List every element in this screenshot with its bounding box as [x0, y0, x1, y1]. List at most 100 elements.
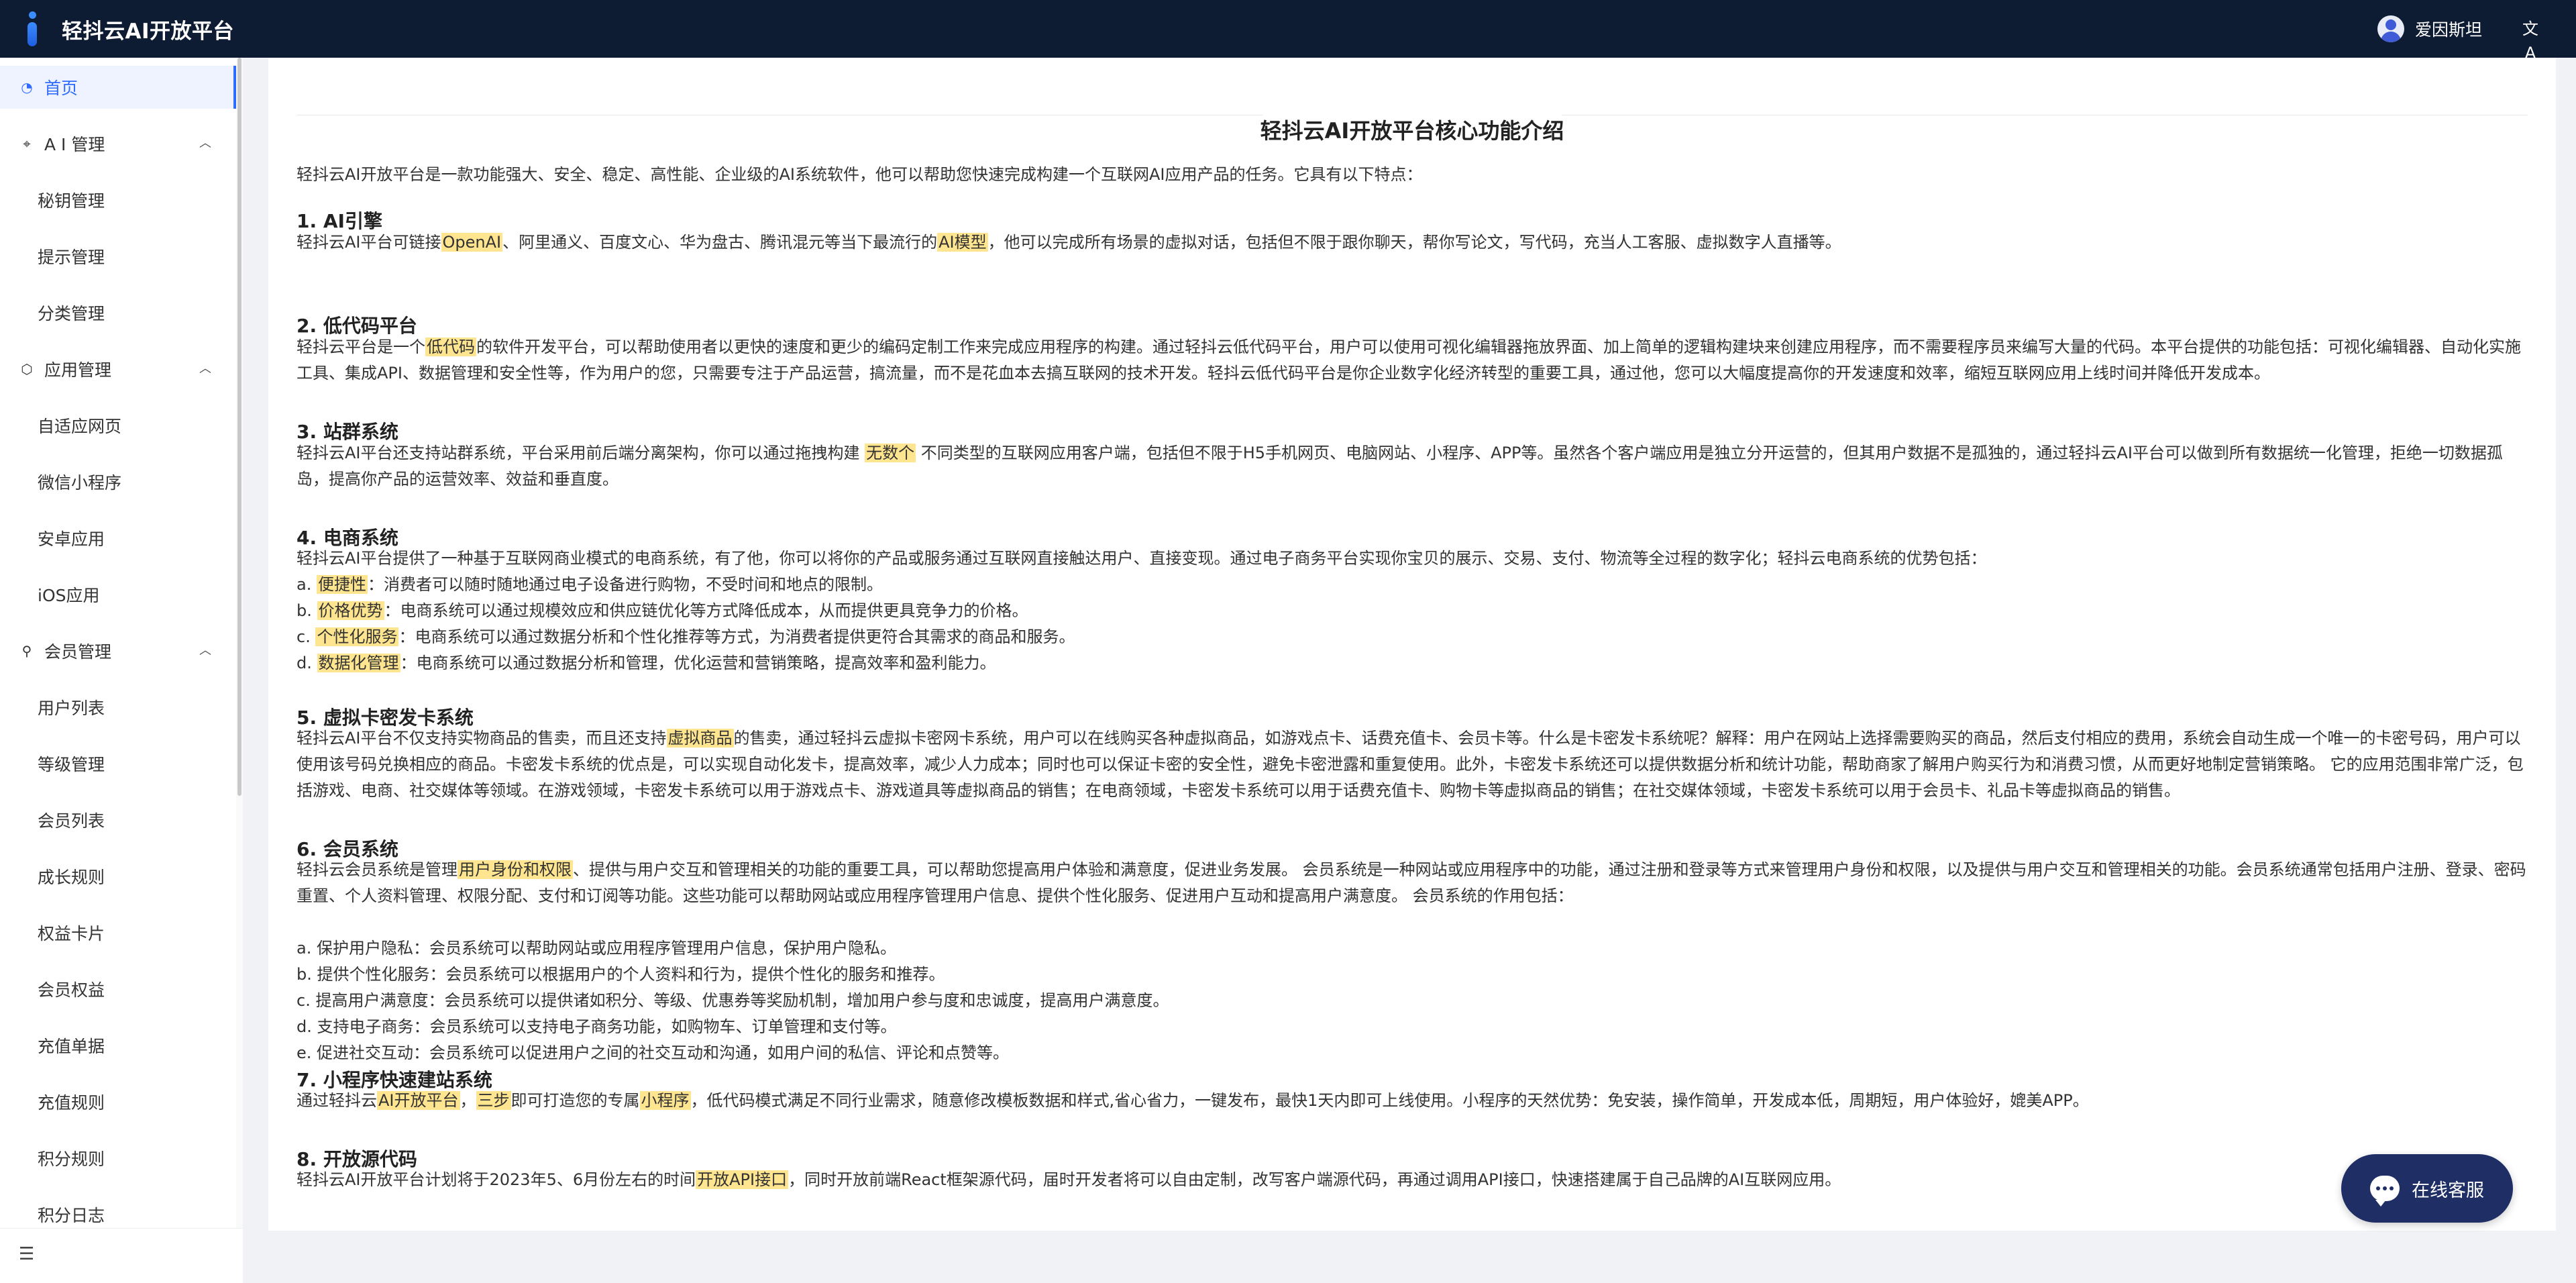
text-segment: 的软件开发平台，可以帮助使用者以更快的速度和更少的编码定制工作来完成应用程序的构… — [297, 338, 2521, 382]
text-segment: 轻抖云AI平台不仅支持实物商品的售卖，而且还支持 — [297, 729, 667, 748]
sidebar-item-2-8[interactable]: 积分规则 — [0, 1137, 236, 1180]
sidebar-group-2[interactable]: ⚲ 会员管理 ︿ — [0, 629, 236, 672]
sidebar-item-label: iOS应用 — [38, 586, 100, 605]
text-segment: ，同时开放前端React框架源代码，届时开发者将可以自由定制，改写客户端源代码，… — [788, 1170, 1841, 1189]
section-paragraph: d. 支持电子商务：会员系统可以支持电子商务功能，如购物车、订单管理和支付等。 — [297, 1014, 2528, 1040]
text-segment: 轻抖云AI平台可链接 — [297, 233, 441, 252]
highlight-term: 价格优势 — [317, 601, 384, 620]
text-segment: ：电商系统可以通过数据分析和个性化推荐等方式，为消费者提供更符合其需求的商品和服… — [398, 627, 1075, 646]
sidebar-item-2-2[interactable]: 会员列表 — [0, 799, 236, 841]
chevron-up-icon: ︿ — [199, 362, 211, 376]
sidebar-group-0[interactable]: ⌖ A I 管理 ︿ — [0, 122, 236, 165]
section-paragraph: 轻抖云会员系统是管理用户身份和权限、提供与用户交互和管理相关的功能的重要工具，可… — [297, 857, 2528, 909]
text-segment: a. — [297, 575, 317, 594]
sidebar-item-2-4[interactable]: 权益卡片 — [0, 911, 236, 954]
sidebar-item-label: 积分日志 — [38, 1206, 105, 1225]
highlight-term: 便捷性 — [316, 575, 368, 594]
text-segment: ：消费者可以随时随地通过电子设备进行购物，不受时间和地点的限制。 — [367, 575, 883, 594]
section-paragraph: b. 价格优势：电商系统可以通过规模效应和供应链优化等方式降低成本，从而提供更具… — [297, 598, 2528, 624]
sidebar-item-label: 秘钥管理 — [38, 191, 105, 211]
sidebar-item-2-9[interactable]: 积分日志 — [0, 1193, 236, 1228]
section-paragraph: c. 个性化服务：电商系统可以通过数据分析和个性化推荐等方式，为消费者提供更符合… — [297, 624, 2528, 650]
sidebar-group-1[interactable]: ⬡ 应用管理 ︿ — [0, 348, 236, 391]
text-segment: d. — [297, 654, 317, 672]
highlight-term: AI开放平台 — [377, 1091, 460, 1110]
sidebar-item-2-7[interactable]: 充值规则 — [0, 1080, 236, 1123]
user-name: 爱因斯坦 — [2414, 20, 2482, 40]
section-paragraph: e. 促进社交互动：会员系统可以促进用户之间的社交互动和沟通，如用户间的私信、评… — [297, 1040, 2528, 1066]
text-segment: 通过轻抖云 — [297, 1091, 377, 1110]
sidebar-group-label: 会员管理 — [44, 642, 112, 662]
sidebar-item-label: 微信小程序 — [38, 473, 122, 493]
sidebar-item-0-1[interactable]: 提示管理 — [0, 235, 236, 278]
sidebar-item-label: 安卓应用 — [38, 529, 105, 549]
highlight-term: 数据化管理 — [317, 654, 400, 672]
sidebar-menu: ◔ 首页 ⌖ A I 管理 ︿ 秘钥管理 提示管理 分类管理 ⬡ 应用管理 ︿ … — [0, 58, 236, 1228]
text-segment: 轻抖云AI平台还支持站群系统，平台采用前后端分离架构，你可以通过拖拽构建 — [297, 444, 865, 462]
text-segment: 即可打造您的专属 — [511, 1091, 640, 1110]
section-paragraph: 轻抖云AI平台提供了一种基于互联网商业模式的电商系统，有了他，你可以将你的产品或… — [297, 546, 2528, 572]
online-service-button[interactable]: 在线客服 — [2341, 1154, 2513, 1223]
section-paragraph: 轻抖云平台是一个低代码的软件开发平台，可以帮助使用者以更快的速度和更少的编码定制… — [297, 334, 2528, 387]
section-paragraph: a. 保护用户隐私：会员系统可以帮助网站或应用程序管理用户信息，保护用户隐私。 — [297, 935, 2528, 962]
sidebar-item-label: 权益卡片 — [38, 924, 105, 943]
sidebar-item-label: 用户列表 — [38, 699, 105, 718]
brand[interactable]: 轻抖云AI开放平台 — [25, 10, 234, 48]
sidebar-group-label: A I 管理 — [44, 135, 105, 154]
highlight-term: 开放API接口 — [696, 1170, 789, 1189]
sidebar-item-0-2[interactable]: 分类管理 — [0, 291, 236, 334]
sidebar: ◔ 首页 ⌖ A I 管理 ︿ 秘钥管理 提示管理 分类管理 ⬡ 应用管理 ︿ … — [0, 58, 243, 1283]
sidebar-item-label: 分类管理 — [38, 304, 105, 323]
sidebar-item-1-0[interactable]: 自适应网页 — [0, 404, 236, 447]
chat-bubble-icon — [2370, 1176, 2400, 1207]
menu-collapse-icon[interactable]: ☰ — [19, 1245, 38, 1264]
text-segment: 轻抖云AI平台提供了一种基于互联网商业模式的电商系统，有了他，你可以将你的产品或… — [297, 549, 1987, 568]
sidebar-scrollbar-thumb[interactable] — [237, 58, 241, 796]
sidebar-item-1-2[interactable]: 安卓应用 — [0, 517, 236, 560]
sidebar-item-label: 会员权益 — [38, 980, 105, 1000]
section-paragraph: b. 提供个性化服务：会员系统可以根据用户的个人资料和行为，提供个性化的服务和推… — [297, 962, 2528, 988]
highlight-term: OpenAI — [441, 233, 503, 252]
sidebar-item-2-1[interactable]: 等级管理 — [0, 742, 236, 785]
ai-management-icon: ⌖ — [23, 136, 31, 152]
highlight-term: 个性化服务 — [315, 627, 399, 646]
text-segment: 、阿里通义、百度文心、华为盘古、腾讯混元等当下最流行的 — [502, 233, 938, 252]
sidebar-item-2-6[interactable]: 充值单据 — [0, 1024, 236, 1067]
sidebar-item-1-1[interactable]: 微信小程序 — [0, 460, 236, 503]
sidebar-item-label: 积分规则 — [38, 1149, 105, 1169]
section-paragraph: c. 提高用户满意度：会员系统可以提供诸如积分、等级、优惠券等奖励机制，增加用户… — [297, 988, 2528, 1014]
text-segment: ：电商系统可以通过规模效应和供应链优化等方式降低成本，从而提供更具竞争力的价格。 — [384, 601, 1028, 620]
translate-icon[interactable]: 文A — [2518, 17, 2542, 62]
user-menu[interactable]: 爱因斯坦 — [2377, 0, 2482, 58]
sidebar-item-home[interactable]: ◔ 首页 — [0, 66, 236, 109]
section-paragraph: 轻抖云AI平台还支持站群系统，平台采用前后端分离架构，你可以通过拖拽构建 无数个… — [297, 440, 2528, 493]
sidebar-item-2-3[interactable]: 成长规则 — [0, 855, 236, 898]
sidebar-item-2-5[interactable]: 会员权益 — [0, 968, 236, 1011]
highlight-term: 用户身份和权限 — [458, 860, 573, 879]
chevron-up-icon: ︿ — [199, 644, 211, 658]
avatar — [2377, 15, 2404, 42]
text-segment: 轻抖云AI开放平台计划将于2023年5、6月份左右的时间 — [297, 1170, 696, 1189]
sidebar-item-0-0[interactable]: 秘钥管理 — [0, 178, 236, 221]
text-segment: c. — [297, 627, 316, 646]
top-header: 轻抖云AI开放平台 爱因斯坦 文A — [0, 0, 2576, 62]
sidebar-item-label: 等级管理 — [38, 755, 105, 774]
sidebar-item-1-3[interactable]: iOS应用 — [0, 573, 236, 616]
text-segment: d. 支持电子商务：会员系统可以支持电子商务功能，如购物车、订单管理和支付等。 — [297, 1017, 897, 1036]
section-paragraph: 轻抖云AI平台不仅支持实物商品的售卖，而且还支持虚拟商品的售卖，通过轻抖云虚拟卡… — [297, 725, 2528, 804]
main-content-card: 轻抖云AI开放平台核心功能介绍 轻抖云AI开放平台是一款功能强大、安全、稳定、高… — [268, 58, 2556, 1231]
online-service-label: 在线客服 — [2412, 1180, 2484, 1201]
sidebar-item-2-0[interactable]: 用户列表 — [0, 686, 236, 729]
text-segment: ，他可以完成所有场景的虚拟对话，包括但不限于跟你聊天，帮你写论文，写代码，充当人… — [987, 233, 1841, 252]
highlight-term: AI模型 — [937, 233, 988, 252]
dashboard-icon: ◔ — [21, 79, 33, 95]
sidebar-item-label: 首页 — [44, 79, 78, 98]
text-segment: ，低代码模式满足不同行业需求，随意修改模板数据和样式,省心省力，一键发布，最快1… — [690, 1091, 2089, 1110]
sidebar-item-label: 成长规则 — [38, 868, 105, 887]
section-paragraph: 通过轻抖云AI开放平台，三步即可打造您的专属小程序，低代码模式满足不同行业需求，… — [297, 1088, 2528, 1114]
sidebar-item-label: 自适应网页 — [38, 417, 122, 436]
text-segment: b. 提供个性化服务：会员系统可以根据用户的个人资料和行为，提供个性化的服务和推… — [297, 965, 945, 984]
intro-paragraph: 轻抖云AI开放平台是一款功能强大、安全、稳定、高性能、企业级的AI系统软件，他可… — [297, 165, 1423, 184]
highlight-term: 无数个 — [865, 444, 916, 462]
app-management-icon: ⬡ — [21, 361, 33, 377]
